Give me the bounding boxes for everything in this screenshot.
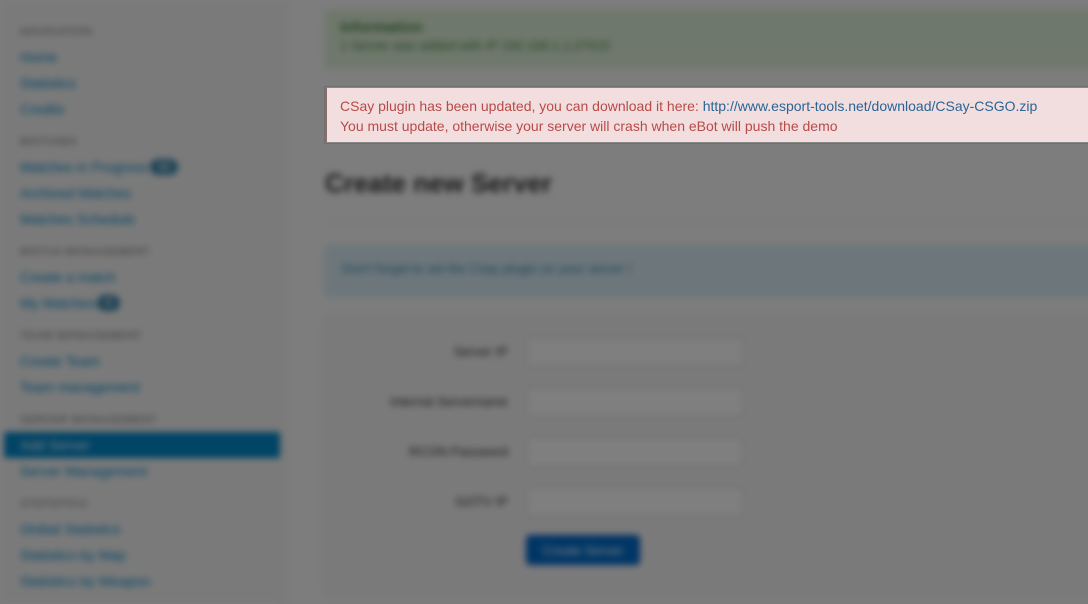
sidebar-item-create-team[interactable]: Create Team — [8, 348, 276, 374]
count-badge: 12 — [149, 159, 178, 175]
sidebar-item-team-management[interactable]: Team management — [8, 374, 276, 400]
sidebar-item-my-matches[interactable]: My Matches 0 — [8, 290, 276, 316]
sidebar-item-home[interactable]: Home — [8, 44, 276, 70]
sidebar-item-statistics-by-weapon[interactable]: Statistics by Weapon — [8, 568, 276, 594]
nav-header-match-management: Match Management — [20, 246, 151, 258]
help-text: Don't forget to set the Csay plugin on y… — [342, 261, 632, 276]
divider — [325, 222, 1088, 223]
sidebar-item-credits[interactable]: Credits — [8, 96, 276, 122]
sidebar-item-statistics-by-map[interactable]: Statistics by Map — [8, 542, 276, 568]
form-row-server-ip: Server IP — [326, 337, 1088, 367]
nav-header-matches: Matches — [20, 136, 78, 148]
form-row-gotv-ip: GOTV IP — [326, 487, 1088, 517]
form-row-rcon: RCON Password — [326, 437, 1088, 467]
sidebar-item-matches-schedule[interactable]: Matches Schedule — [8, 206, 276, 232]
sidebar-item-archived-matches[interactable]: Archived Matches — [8, 180, 276, 206]
plugin-update-alert: CSay plugin has been updated, you can do… — [325, 87, 1088, 143]
servername-label: Internal Servername — [390, 394, 508, 409]
server-ip-input[interactable] — [526, 337, 744, 367]
gotv-ip-label: GOTV IP — [455, 494, 508, 509]
nav-header-navigation: Navigation — [20, 26, 93, 38]
sidebar-item-statistics[interactable]: Statistics — [8, 70, 276, 96]
nav-header-team-management: Team Management — [20, 330, 142, 342]
sidebar-item-add-server[interactable]: Add Server — [4, 432, 280, 458]
rcon-password-label: RCON Password — [409, 444, 508, 459]
alert-message: 1 Server was added with IP 192.168.1.1:2… — [340, 38, 611, 53]
alert-line-1: CSay plugin has been updated, you can do… — [340, 96, 1086, 116]
alert-line-1-text: CSay plugin has been updated, you can do… — [340, 98, 703, 114]
rcon-password-input[interactable] — [526, 437, 744, 467]
sidebar-item-create-match[interactable]: Create a match — [8, 264, 276, 290]
servername-input[interactable] — [526, 387, 744, 417]
success-alert: Information 1 Server was added with IP 1… — [325, 10, 1088, 68]
gotv-ip-input[interactable] — [526, 487, 744, 517]
server-form: Server IP Internal Servername RCON Passw… — [325, 316, 1088, 596]
count-badge: 0 — [97, 295, 120, 311]
server-ip-label: Server IP — [453, 344, 508, 359]
nav-header-statistics: Statistics — [20, 498, 88, 510]
alert-title: Information — [340, 19, 423, 36]
sidebar-item-matches-in-progress[interactable]: Matches in Progress 12 — [8, 154, 276, 180]
sidebar-item-server-management[interactable]: Server Management — [8, 458, 276, 484]
sidebar: Navigation Home Statistics Credits Match… — [0, 0, 285, 604]
page: Navigation Home Statistics Credits Match… — [0, 0, 1088, 604]
help-info-box: Don't forget to set the Csay plugin on y… — [325, 246, 1088, 296]
sidebar-item-global-statistics[interactable]: Global Statistics — [8, 516, 276, 542]
form-row-servername: Internal Servername — [326, 387, 1088, 417]
plugin-download-link[interactable]: http://www.esport-tools.net/download/CSa… — [703, 98, 1038, 114]
alert-line-2: You must update, otherwise your server w… — [340, 118, 838, 134]
page-title: Create new Server — [325, 168, 552, 198]
nav-header-server-management: Server Management — [20, 414, 157, 426]
create-server-button[interactable]: Create Server — [526, 535, 640, 565]
